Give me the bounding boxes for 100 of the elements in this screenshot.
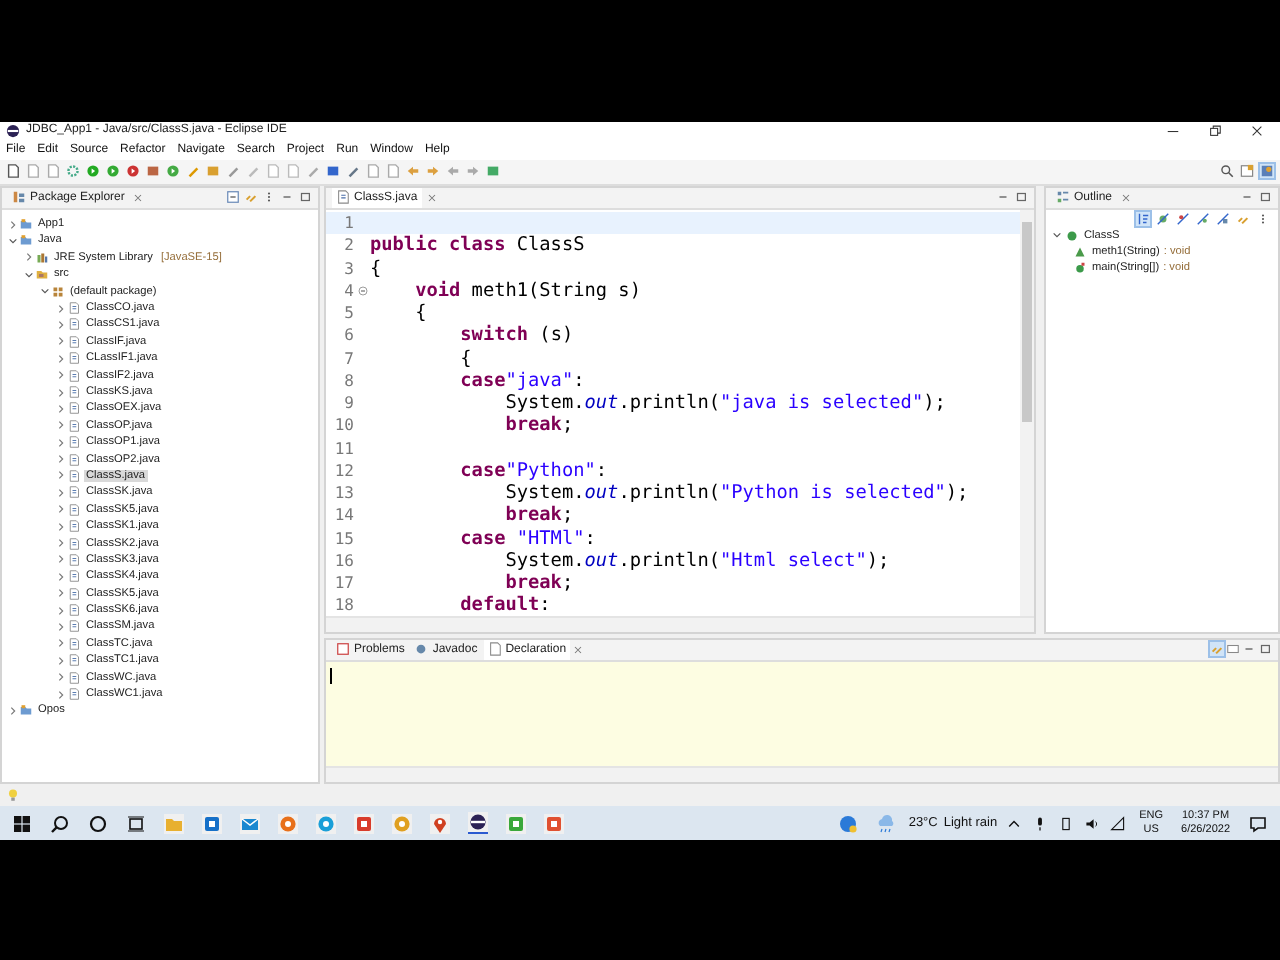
library-icon bbox=[36, 251, 48, 264]
code-line: case "HTMl": bbox=[458, 527, 596, 550]
browser-icon[interactable] bbox=[316, 813, 336, 834]
search-icon[interactable] bbox=[1220, 164, 1234, 179]
maximize-icon[interactable] bbox=[1014, 190, 1028, 205]
folder-icon[interactable] bbox=[206, 164, 220, 179]
java-file-icon bbox=[68, 453, 80, 466]
link-icon[interactable] bbox=[1210, 642, 1224, 657]
link-icon[interactable] bbox=[1236, 211, 1250, 226]
line-number: 15 bbox=[332, 529, 354, 548]
code-line: default: bbox=[458, 594, 551, 616]
line-number: 11 bbox=[332, 439, 354, 458]
back-icon[interactable] bbox=[406, 164, 420, 179]
app-icon[interactable] bbox=[506, 813, 526, 834]
map-pin-icon[interactable] bbox=[430, 813, 450, 834]
app-icon[interactable] bbox=[544, 813, 564, 834]
code-line: { bbox=[458, 347, 472, 370]
maximize-icon[interactable] bbox=[1258, 190, 1272, 205]
mail-icon[interactable] bbox=[240, 813, 260, 834]
maximize-icon[interactable] bbox=[1258, 642, 1272, 657]
line-number: 4 bbox=[342, 281, 354, 300]
line-number: 5 bbox=[342, 304, 354, 323]
line-number: 10 bbox=[332, 416, 354, 435]
code-line: break; bbox=[503, 504, 574, 527]
restore-icon[interactable] bbox=[1208, 123, 1222, 138]
class-icon bbox=[1066, 229, 1078, 242]
run-icon[interactable] bbox=[86, 164, 100, 179]
line-number: 12 bbox=[332, 461, 354, 480]
line-number: 2 bbox=[342, 236, 354, 255]
code-line: { bbox=[413, 302, 427, 325]
collapse-all-icon[interactable] bbox=[226, 190, 240, 205]
link-icon[interactable] bbox=[244, 190, 258, 205]
perspective-icon[interactable] bbox=[1240, 164, 1254, 179]
java-file-icon bbox=[68, 587, 80, 600]
line-number: 13 bbox=[332, 484, 354, 503]
fold-icon[interactable] bbox=[357, 285, 367, 296]
java-perspective-icon[interactable] bbox=[1260, 164, 1274, 179]
javadoc-icon bbox=[414, 642, 429, 657]
code-line: { bbox=[370, 257, 382, 280]
close-icon[interactable] bbox=[1250, 123, 1264, 138]
windows-logo-icon[interactable] bbox=[12, 813, 32, 834]
horizontal-scrollbar[interactable] bbox=[326, 766, 1278, 783]
eclipse-icon[interactable] bbox=[468, 812, 488, 835]
code-line: case"java": bbox=[458, 369, 585, 392]
vertical-scrollbar[interactable] bbox=[1020, 209, 1034, 616]
notification-icon[interactable] bbox=[1248, 813, 1268, 834]
caret-up-icon[interactable] bbox=[1005, 815, 1022, 832]
java-file-icon bbox=[68, 335, 80, 348]
cloud-rain-icon[interactable] bbox=[876, 813, 897, 834]
forward-icon[interactable] bbox=[426, 164, 440, 179]
line-number: 7 bbox=[342, 349, 354, 368]
java-file-icon bbox=[68, 570, 80, 583]
line-number: 8 bbox=[342, 371, 354, 390]
java-file-icon bbox=[68, 503, 80, 516]
project-folder-icon bbox=[20, 234, 32, 247]
java-file-icon bbox=[68, 671, 80, 684]
save-icon[interactable] bbox=[26, 164, 40, 179]
java-file-icon bbox=[68, 436, 80, 449]
code-line: System.out.println("java is selected"); bbox=[503, 392, 946, 415]
java-file-icon bbox=[68, 604, 80, 617]
maximize-icon[interactable] bbox=[298, 190, 312, 205]
java-file-icon bbox=[68, 318, 80, 331]
browser-icon[interactable] bbox=[392, 813, 412, 834]
pencil-icon[interactable] bbox=[186, 164, 200, 179]
project-folder-icon bbox=[20, 218, 32, 231]
new-file-icon[interactable] bbox=[6, 164, 20, 179]
code-line: switch (s) bbox=[458, 324, 574, 347]
circle-icon[interactable] bbox=[88, 813, 108, 834]
lightbulb-icon[interactable] bbox=[6, 788, 20, 803]
forward-icon[interactable] bbox=[466, 164, 480, 179]
java-file-icon bbox=[68, 352, 80, 365]
java-file-icon bbox=[68, 553, 80, 566]
java-file-icon bbox=[68, 637, 80, 650]
task-view-icon[interactable] bbox=[126, 813, 146, 834]
java-file-icon bbox=[68, 620, 80, 633]
save-all-icon[interactable] bbox=[46, 164, 60, 179]
static-method-icon bbox=[1074, 261, 1086, 274]
line-number: 3 bbox=[342, 259, 354, 278]
sort-icon[interactable] bbox=[1136, 211, 1150, 226]
line-number: 18 bbox=[332, 596, 354, 615]
java-file-icon bbox=[68, 537, 80, 550]
code-line: void meth1(String s) bbox=[413, 279, 641, 302]
java-file-icon bbox=[68, 369, 80, 382]
java-file-icon bbox=[68, 469, 80, 482]
gear-icon[interactable] bbox=[66, 164, 80, 179]
java-file-icon bbox=[68, 654, 80, 667]
line-number: 14 bbox=[332, 506, 354, 525]
back-icon[interactable] bbox=[446, 164, 460, 179]
outline-icon bbox=[1056, 190, 1070, 205]
java-file-icon bbox=[68, 486, 80, 499]
speaker-icon[interactable] bbox=[1083, 815, 1100, 832]
project-folder-icon bbox=[20, 704, 32, 717]
java-file-icon bbox=[336, 190, 350, 205]
horizontal-scrollbar[interactable] bbox=[326, 615, 1034, 632]
search-icon[interactable] bbox=[50, 813, 70, 834]
line-number: 16 bbox=[332, 551, 354, 570]
code-line: break; bbox=[503, 414, 574, 437]
browser-icon[interactable] bbox=[278, 813, 298, 834]
java-file-icon bbox=[68, 302, 80, 315]
java-file-icon bbox=[68, 386, 80, 398]
